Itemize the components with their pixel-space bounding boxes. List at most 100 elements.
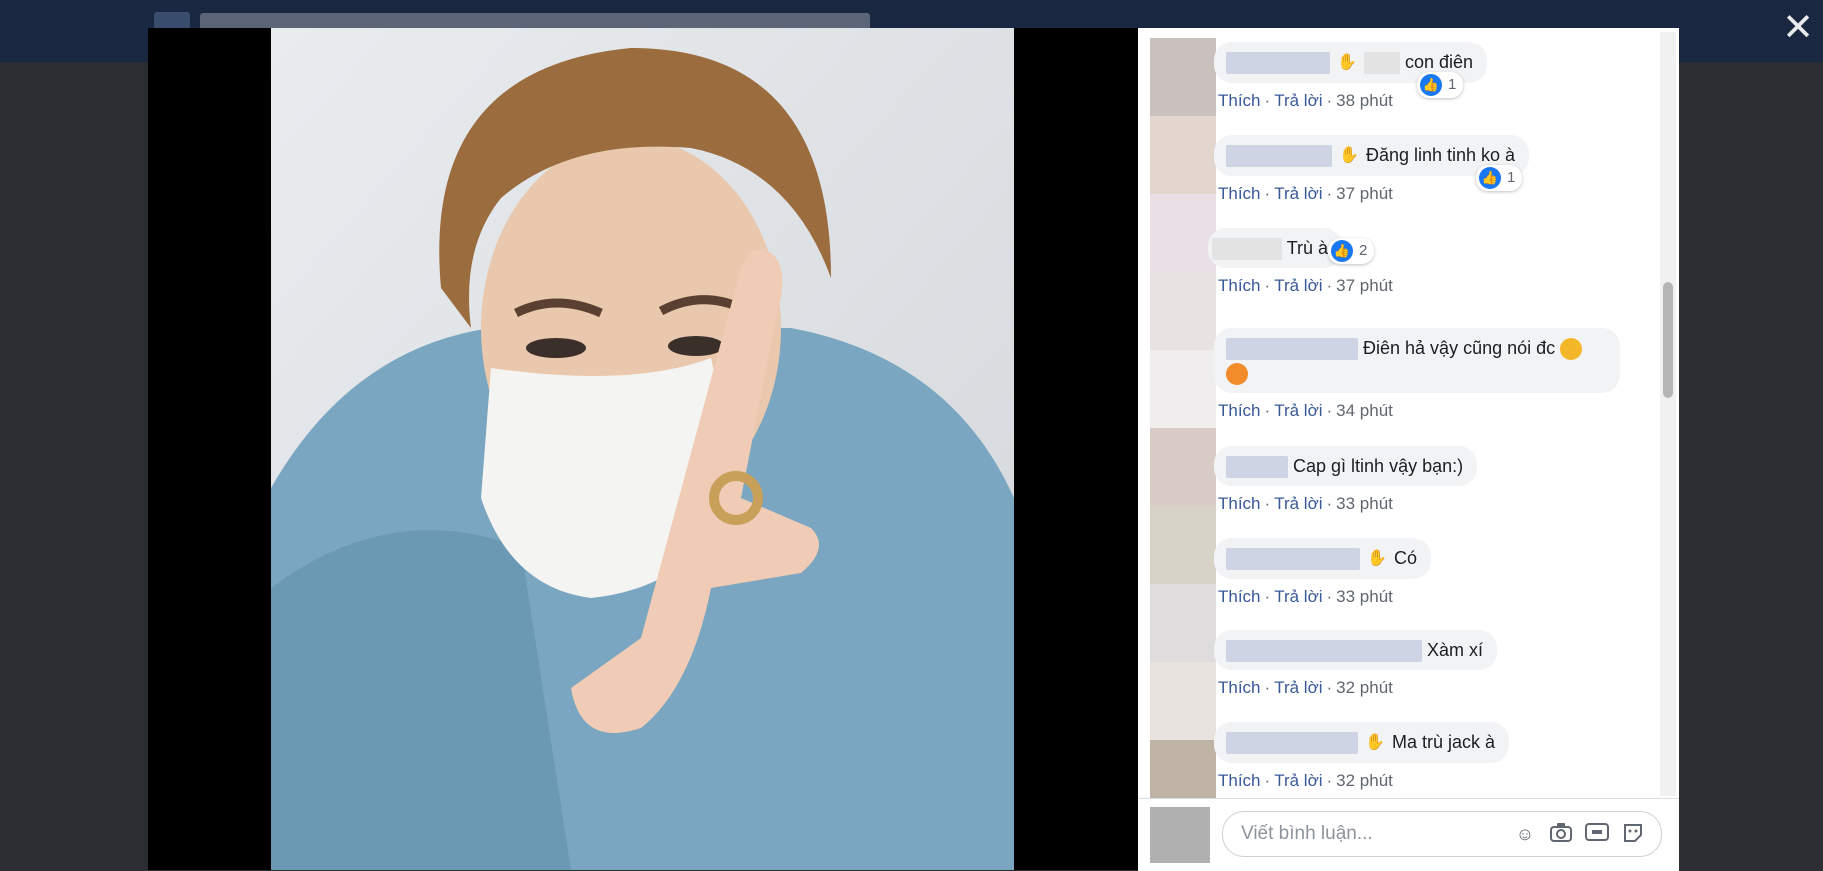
author-name-redacted[interactable] bbox=[1226, 456, 1288, 479]
avatar[interactable] bbox=[1150, 584, 1216, 662]
dim-overlay-left bbox=[0, 62, 148, 870]
comment-actions: Thích · Trả lời · 32 phút bbox=[1218, 678, 1393, 698]
reply-link[interactable]: Trả lời bbox=[1274, 91, 1322, 110]
comment-input[interactable]: Viết bình luận... ☺ bbox=[1222, 811, 1662, 857]
author-name-redacted[interactable] bbox=[1226, 640, 1422, 663]
comment-text: con điên bbox=[1404, 52, 1474, 72]
scrollbar-thumb[interactable] bbox=[1663, 282, 1673, 398]
comment-bubble: ✋ Có bbox=[1214, 538, 1431, 580]
comment-text: Cap gì ltinh vậy bạn:) bbox=[1293, 456, 1464, 476]
comment-composer: Viết bình luận... ☺ bbox=[1138, 798, 1679, 871]
author-name-redacted[interactable] bbox=[1226, 52, 1330, 75]
avatar[interactable] bbox=[1150, 116, 1216, 194]
sticker-icon[interactable] bbox=[1621, 822, 1645, 846]
comment-text: Ma trù jack à bbox=[1391, 732, 1495, 752]
comment: ✋ Ma trù jack à Thích · Trả lời · 32 phút bbox=[1214, 722, 1509, 791]
photo bbox=[271, 28, 1014, 870]
comment-time[interactable]: 34 phút bbox=[1336, 401, 1393, 420]
comment: ✋ Có Thích · Trả lời · 33 phút bbox=[1214, 538, 1431, 607]
like-link[interactable]: Thích bbox=[1218, 587, 1261, 606]
emoji-icon[interactable]: ☺ bbox=[1513, 822, 1537, 846]
comments-panel: ✋ con điên 👍 1 Thích · Trả lời · 38 phút ✋ Đă… bbox=[1138, 28, 1679, 871]
dim-overlay-right bbox=[1675, 62, 1823, 870]
like-reaction-icon: 👍 bbox=[1479, 167, 1501, 190]
reply-link[interactable]: Trả lời bbox=[1274, 494, 1322, 513]
like-reaction-icon: 👍 bbox=[1420, 74, 1442, 97]
author-name-redacted[interactable] bbox=[1212, 238, 1282, 261]
current-user-avatar bbox=[1150, 807, 1210, 863]
comment-actions: Thích · Trả lời · 33 phút bbox=[1218, 494, 1393, 514]
camera-icon[interactable] bbox=[1549, 822, 1573, 846]
comment-time[interactable]: 33 phút bbox=[1336, 494, 1393, 513]
comment-text: Xàm xí bbox=[1427, 640, 1484, 660]
reply-link[interactable]: Trả lời bbox=[1274, 678, 1322, 697]
reaction-count-badge[interactable]: 👍 1 bbox=[1476, 165, 1523, 191]
like-link[interactable]: Thích bbox=[1218, 771, 1261, 790]
wave-hand-icon: ✋ bbox=[1365, 734, 1385, 752]
author-name-redacted[interactable] bbox=[1226, 548, 1360, 571]
comment-bubble: Cap gì ltinh vậy bạn:) bbox=[1214, 446, 1478, 487]
comment: Trù à 👍 2 Thích · Trả lời · 37 phút bbox=[1208, 228, 1393, 296]
like-link[interactable]: Thích bbox=[1218, 184, 1261, 203]
reaction-count-badge[interactable]: 👍 2 bbox=[1328, 238, 1375, 264]
comment-actions: Thích · Trả lời · 37 phút bbox=[1218, 276, 1393, 296]
like-link[interactable]: Thích bbox=[1218, 401, 1261, 420]
reaction-count-badge[interactable]: 👍 1 bbox=[1417, 72, 1464, 98]
comment: ✋ Đăng linh tinh ko à 👍 1 Thích · Trả lời · 3… bbox=[1214, 135, 1530, 204]
comment-bubble: Xàm xí bbox=[1214, 630, 1498, 671]
comment-text: Trù à bbox=[1286, 238, 1329, 258]
avatar[interactable] bbox=[1150, 350, 1216, 428]
comment-bubble: ✋ con điên 👍 1 bbox=[1214, 42, 1488, 98]
comment-text: Có bbox=[1393, 548, 1417, 568]
reply-link[interactable]: Trả lời bbox=[1274, 587, 1322, 606]
wave-hand-icon: ✋ bbox=[1339, 147, 1359, 165]
reaction-count: 1 bbox=[1507, 169, 1516, 186]
avatar-column bbox=[1150, 38, 1216, 798]
gif-icon[interactable] bbox=[1585, 822, 1609, 846]
tired-face-emoji-icon bbox=[1560, 338, 1583, 361]
comment-time[interactable]: 38 phút bbox=[1336, 91, 1393, 110]
reply-link[interactable]: Trả lời bbox=[1274, 401, 1322, 420]
comment: Điên hả vậy cũng nói đc Thích · Trả lời · 34… bbox=[1214, 328, 1620, 421]
avatar[interactable] bbox=[1150, 194, 1216, 272]
comment-text: Điên hả vậy cũng nói đc bbox=[1363, 338, 1556, 358]
mention-redacted[interactable] bbox=[1363, 52, 1400, 75]
comment: Cap gì ltinh vậy bạn:) Thích · Trả lời · 33 … bbox=[1214, 446, 1478, 514]
comment-bubble: Trù à 👍 2 bbox=[1208, 228, 1375, 269]
comment-time[interactable]: 37 phút bbox=[1336, 184, 1393, 203]
comment-list[interactable]: ✋ con điên 👍 1 Thích · Trả lời · 38 phút ✋ Đă… bbox=[1138, 28, 1660, 798]
reaction-count: 1 bbox=[1448, 76, 1457, 93]
comment-time[interactable]: 33 phút bbox=[1336, 587, 1393, 606]
author-name-redacted[interactable] bbox=[1226, 732, 1358, 755]
reply-link[interactable]: Trả lời bbox=[1274, 184, 1322, 203]
like-link[interactable]: Thích bbox=[1218, 494, 1261, 513]
avatar[interactable] bbox=[1150, 662, 1216, 740]
photo-illustration bbox=[271, 28, 1014, 870]
close-viewer-button[interactable]: ✕ bbox=[1778, 8, 1818, 48]
comments-scrollbar[interactable] bbox=[1660, 32, 1676, 796]
angry-face-emoji-icon bbox=[1226, 362, 1248, 385]
like-link[interactable]: Thích bbox=[1218, 91, 1261, 110]
avatar[interactable] bbox=[1150, 272, 1216, 350]
avatar[interactable] bbox=[1150, 38, 1216, 116]
comment-time[interactable]: 32 phút bbox=[1336, 771, 1393, 790]
comment-bubble: ✋ Đăng linh tinh ko à 👍 1 bbox=[1214, 135, 1530, 191]
comment-bubble: Điên hả vậy cũng nói đc bbox=[1214, 328, 1620, 393]
comment-time[interactable]: 32 phút bbox=[1336, 678, 1393, 697]
author-name-redacted[interactable] bbox=[1226, 145, 1332, 168]
comment-time[interactable]: 37 phút bbox=[1336, 276, 1393, 295]
reply-link[interactable]: Trả lời bbox=[1274, 276, 1322, 295]
like-link[interactable]: Thích bbox=[1218, 678, 1261, 697]
reply-link[interactable]: Trả lời bbox=[1274, 771, 1322, 790]
like-link[interactable]: Thích bbox=[1218, 276, 1261, 295]
comment-actions: Thích · Trả lời · 33 phút bbox=[1218, 587, 1393, 607]
comment-actions: Thích · Trả lời · 32 phút bbox=[1218, 771, 1393, 791]
comment-bubble: ✋ Ma trù jack à bbox=[1214, 722, 1509, 764]
comment-text: Đăng linh tinh ko à bbox=[1365, 145, 1516, 165]
avatar[interactable] bbox=[1150, 506, 1216, 584]
avatar[interactable] bbox=[1150, 740, 1216, 798]
avatar[interactable] bbox=[1150, 428, 1216, 506]
wave-hand-icon: ✋ bbox=[1367, 550, 1387, 568]
author-name-redacted[interactable] bbox=[1226, 338, 1358, 361]
comment: ✋ con điên 👍 1 Thích · Trả lời · 38 phút bbox=[1214, 42, 1488, 111]
